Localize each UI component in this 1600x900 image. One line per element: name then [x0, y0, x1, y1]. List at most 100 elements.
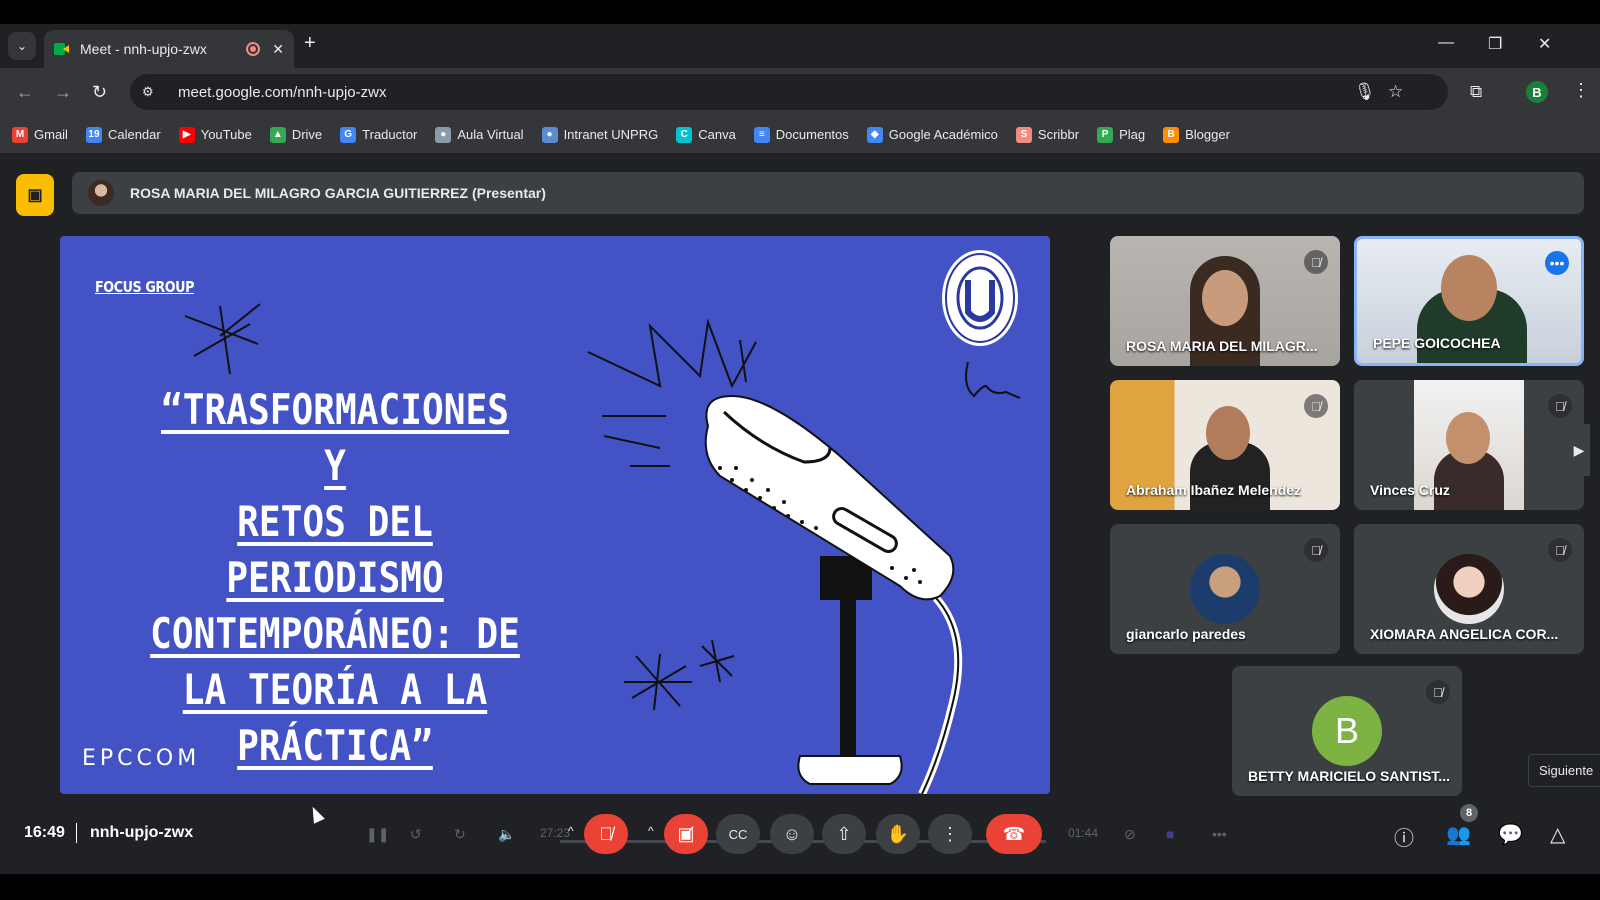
participant-tile[interactable]: B 🎙̸ BETTY MARICIELO SANTIST... — [1232, 666, 1462, 796]
participant-name: Abraham Ibañez Melendez — [1126, 482, 1302, 498]
youtube-icon: ▶ — [178, 126, 195, 143]
translate-icon: G — [340, 126, 357, 143]
forward-skip-icon[interactable]: ↻ — [454, 826, 466, 843]
bookmark-label: Plag — [1119, 127, 1146, 142]
captions-button[interactable]: CC — [716, 814, 760, 854]
reactions-button[interactable]: ☺ — [770, 814, 814, 854]
chat-icon[interactable]: 💬 — [1498, 822, 1523, 847]
bookmark-aula-virtual[interactable]: ● Aula Virtual — [435, 126, 524, 143]
meeting-details-icon[interactable]: ⓘ — [1394, 822, 1414, 851]
volume-icon[interactable]: 🔈 — [498, 826, 515, 843]
camera-toggle-button[interactable]: ▣̸ — [664, 814, 708, 854]
raise-hand-button[interactable]: ✋ — [876, 814, 920, 854]
bookmark-youtube[interactable]: ▶ YouTube — [178, 126, 252, 143]
slide-title: “TRASFORMACIONES Y RETOS DEL PERIODISMO CON… — [142, 382, 529, 774]
address-bar[interactable]: ⚙ meet.google.com/nnh-upjo-zwx 🎙 ☆ — [130, 74, 1448, 110]
bookmark-label: Canva — [698, 127, 736, 142]
camera-off-icon: ▣̸ — [677, 823, 695, 844]
captions-icon: CC — [728, 826, 748, 842]
microphone-toggle-button[interactable]: 🎙̸ — [584, 814, 628, 854]
bookmark-star-icon[interactable]: ☆ — [1388, 82, 1403, 102]
new-tab-button[interactable]: + — [304, 32, 316, 55]
scholar-icon: ◆ — [866, 126, 883, 143]
tab-meet[interactable]: Meet - nnh-upjo-zwx ✕ — [44, 30, 294, 68]
bookmark-plag[interactable]: P Plag — [1097, 126, 1146, 143]
university-seal — [942, 250, 1018, 346]
participant-face — [1202, 270, 1248, 326]
bookmark-gmail[interactable]: M Gmail — [12, 126, 68, 143]
mic-off-icon: 🎙̸ — [1304, 538, 1328, 562]
more-options-icon[interactable]: ••• — [1545, 251, 1569, 275]
presentation-icon[interactable]: ▣ — [16, 174, 54, 216]
slide-tag: FOCUS GROUP — [95, 278, 195, 296]
rewind-icon[interactable]: ↺ — [410, 826, 422, 843]
bookmark-label: Aula Virtual — [457, 127, 524, 142]
mic-off-icon: 🎙̸ — [1548, 394, 1572, 418]
close-tab-icon[interactable]: ✕ — [272, 41, 284, 58]
tab-search-button[interactable]: ⌄ — [8, 32, 36, 60]
profile-avatar[interactable]: B — [1526, 81, 1548, 103]
participant-name: giancarlo paredes — [1126, 626, 1246, 642]
activities-icon[interactable]: △ — [1550, 822, 1565, 847]
bookmark-drive[interactable]: ▲ Drive — [269, 126, 322, 143]
next-page-button[interactable]: ▶ — [1568, 424, 1590, 476]
bookmark-google-acad-mico[interactable]: ◆ Google Académico — [866, 126, 998, 143]
bookmark-scribbr[interactable]: S Scribbr — [1015, 126, 1080, 143]
more-options-button[interactable]: ⋮ — [928, 814, 972, 854]
forward-icon[interactable]: → — [54, 82, 72, 103]
no-sync-icon[interactable]: ⊘ — [1124, 826, 1136, 843]
participant-tile[interactable]: 🎙̸ Vinces Cruz — [1354, 380, 1584, 510]
participant-tile[interactable]: 🎙̸ Abraham Ibañez Melendez — [1110, 380, 1340, 510]
gmail-icon: M — [12, 126, 28, 143]
participant-tile[interactable]: 🎙̸ XIOMARA ANGELICA COR... — [1354, 524, 1584, 654]
tab-strip: ⌄ Meet - nnh-upjo-zwx ✕ + — ❐ ✕ — [0, 24, 1600, 68]
canva-icon: C — [676, 126, 693, 143]
minimize-icon[interactable]: — — [1438, 34, 1454, 52]
present-button[interactable]: ⇧ — [822, 814, 866, 854]
participant-name: XIOMARA ANGELICA COR... — [1370, 626, 1559, 642]
meet-favicon-icon — [54, 42, 70, 56]
meet-stage: ▣ ROSA MARIA DEL MILAGRO GARCIA GUITIERR… — [0, 154, 1600, 874]
back-icon[interactable]: ← — [16, 82, 34, 103]
participant-tile-active[interactable]: ••• PEPE GOICOCHEA — [1354, 236, 1584, 366]
bookmark-documentos[interactable]: ≡ Documentos — [753, 126, 849, 143]
camera-options-chevron-icon[interactable]: ^ — [648, 824, 654, 838]
bookmark-canva[interactable]: C Canva — [676, 126, 736, 143]
mic-off-icon: 🎙̸ — [1304, 250, 1328, 274]
media-elapsed: 27:23 — [540, 826, 571, 840]
bookmark-blogger[interactable]: B Blogger — [1163, 126, 1230, 143]
people-count-badge: 8 — [1460, 804, 1478, 822]
bookmark-label: Google Académico — [888, 127, 998, 142]
leave-call-button[interactable]: ☎ — [986, 814, 1042, 854]
mic-off-icon: 🎙̸ — [1426, 680, 1450, 704]
doodle-star-top — [184, 303, 261, 375]
reload-icon[interactable]: ↻ — [92, 82, 107, 103]
microphone-icon[interactable]: 🎙 — [1354, 82, 1376, 102]
microphone-illustration — [704, 394, 963, 794]
mic-options-chevron-icon[interactable]: ^ — [568, 824, 574, 838]
bookmark-label: Scribbr — [1037, 127, 1080, 142]
bookmark-label: Traductor — [362, 127, 418, 142]
participant-tile[interactable]: 🎙̸ giancarlo paredes — [1110, 524, 1340, 654]
bookmark-calendar[interactable]: 19 Calendar — [85, 126, 161, 143]
bookmark-label: Calendar — [107, 127, 161, 142]
chevron-down-icon: ⌄ — [16, 39, 28, 53]
meeting-time: 16:49 — [24, 824, 65, 841]
more-vert-icon: ⋮ — [941, 823, 959, 844]
extensions-icon[interactable]: ⧉ — [1470, 82, 1482, 102]
pause-icon[interactable]: ❚❚ — [366, 826, 389, 843]
participant-tile[interactable]: 🎙̸ ROSA MARIA DEL MILAGR... — [1110, 236, 1340, 366]
restore-icon[interactable]: ❐ — [1488, 34, 1502, 54]
browser-menu-icon[interactable]: ⋮ — [1572, 80, 1590, 101]
close-window-icon[interactable]: ✕ — [1538, 34, 1551, 54]
bookmark-intranet-unprg[interactable]: ● Intranet UNPRG — [541, 126, 658, 143]
media-thumbnail-icon[interactable]: ■ — [1166, 826, 1174, 842]
slide-footer: EPCCOM — [82, 746, 201, 771]
plag-icon: P — [1097, 126, 1114, 143]
people-icon[interactable]: 👥 — [1446, 822, 1471, 847]
site-info-icon[interactable]: ⚙ — [142, 84, 160, 100]
bookmark-traductor[interactable]: G Traductor — [340, 126, 418, 143]
control-bar: 16:49 nnh-upjo-zwx ❚❚ ↺ ↻ 🔈 27:23 01:44 … — [0, 794, 1600, 874]
participant-name: PEPE GOICOCHEA — [1373, 335, 1501, 351]
media-more-icon[interactable]: ••• — [1212, 826, 1227, 842]
